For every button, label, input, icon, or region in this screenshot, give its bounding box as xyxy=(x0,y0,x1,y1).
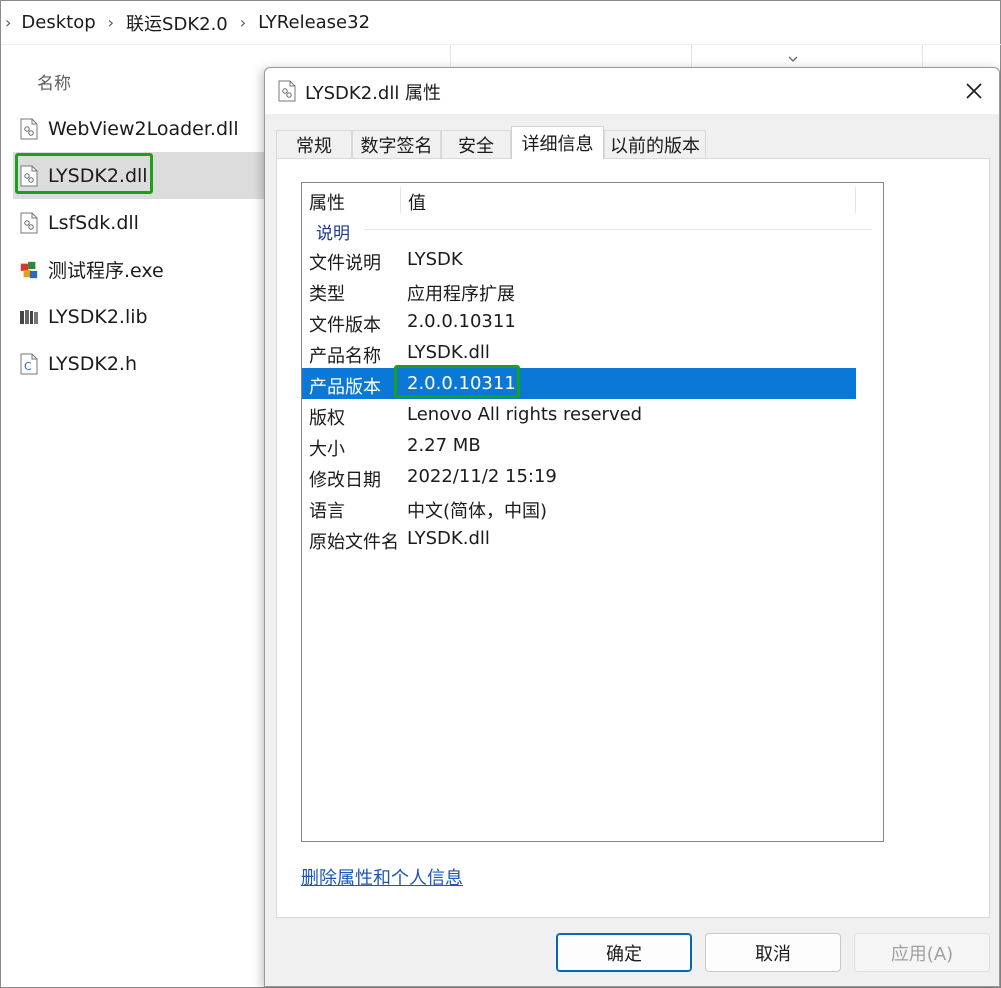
lib-file-icon xyxy=(19,306,39,328)
property-row[interactable]: 文件说明 LYSDK xyxy=(302,244,856,275)
annotation-highlight-box xyxy=(15,153,153,194)
chevron-right-icon[interactable]: › xyxy=(5,13,11,32)
breadcrumb-item-sdk-folder[interactable]: 联运SDK2.0 xyxy=(122,8,232,38)
property-key: 原始文件名 xyxy=(309,532,399,553)
group-divider xyxy=(364,229,872,230)
exe-app-icon xyxy=(19,259,39,281)
dll-file-icon xyxy=(19,118,39,140)
property-value: 2.0.0.10311 xyxy=(407,311,516,332)
file-item[interactable]: C LYSDK2.h xyxy=(13,340,265,387)
property-key: 语言 xyxy=(309,501,345,522)
dialog-title: LYSDK2.dll 属性 xyxy=(305,83,442,104)
property-value: 2022/11/2 15:19 xyxy=(407,466,557,487)
list-header: 属性 值 xyxy=(302,183,883,215)
property-rows: 文件说明 LYSDK 类型 应用程序扩展 文件版本 2.0.0.10311 产品名称 L… xyxy=(302,244,856,554)
property-value: Lenovo All rights reserved xyxy=(407,404,643,425)
column-divider[interactable] xyxy=(691,45,692,67)
property-row[interactable]: 语言 中文(简体，中国) xyxy=(302,492,856,523)
dll-file-icon xyxy=(278,80,298,102)
sort-chevron-down-icon[interactable] xyxy=(787,53,799,65)
column-divider[interactable] xyxy=(922,45,923,67)
svg-text:C: C xyxy=(24,360,32,373)
group-label: 说明 xyxy=(316,224,350,244)
file-item-selected[interactable]: LYSDK2.dll xyxy=(13,152,265,199)
cancel-button[interactable]: 取消 xyxy=(705,933,841,972)
property-key: 文件说明 xyxy=(309,253,381,274)
property-value: 应用程序扩展 xyxy=(407,284,515,305)
column-divider[interactable] xyxy=(450,45,451,67)
file-item[interactable]: 测试程序.exe xyxy=(13,246,265,293)
property-value: 中文(简体，中国) xyxy=(407,501,548,522)
file-name: LsfSdk.dll xyxy=(48,211,139,234)
file-name: LYSDK2.h xyxy=(48,352,137,375)
ok-button[interactable]: 确定 xyxy=(556,933,692,972)
property-value: LYSDK.dll xyxy=(407,342,490,363)
column-divider[interactable] xyxy=(400,187,401,213)
remove-properties-link[interactable]: 删除属性和个人信息 xyxy=(301,864,463,890)
c-header-file-icon: C xyxy=(19,353,39,375)
tab-digital-signatures[interactable]: 数字签名 xyxy=(352,130,441,158)
file-name: LYSDK2.lib xyxy=(48,305,148,328)
property-key: 类型 xyxy=(309,284,345,305)
dialog-titlebar[interactable]: LYSDK2.dll 属性 xyxy=(265,68,999,114)
details-list[interactable]: 属性 值 说明 文件说明 LYSDK 类型 应用程序扩展 文件版本 2.0.0.103… xyxy=(301,182,884,842)
apply-button[interactable]: 应用(A) xyxy=(854,933,990,972)
breadcrumb-item-desktop[interactable]: Desktop xyxy=(17,10,99,35)
property-key: 产品版本 xyxy=(309,377,381,398)
property-value: 2.27 MB xyxy=(407,435,481,456)
breadcrumb-item-release-folder[interactable]: LYRelease32 xyxy=(254,10,374,35)
tab-general[interactable]: 常规 xyxy=(276,130,352,158)
column-header-value[interactable]: 值 xyxy=(408,189,426,215)
property-row[interactable]: 原始文件名 LYSDK.dll xyxy=(302,523,856,554)
property-row[interactable]: 类型 应用程序扩展 xyxy=(302,275,856,306)
file-list: WebView2Loader.dll LYSDK2.dll LsfSdk.dll… xyxy=(13,105,265,387)
chevron-right-icon[interactable]: › xyxy=(240,13,246,32)
tab-previous-versions[interactable]: 以前的版本 xyxy=(604,130,706,158)
file-name: WebView2Loader.dll xyxy=(48,117,239,140)
chevron-right-icon[interactable]: › xyxy=(108,13,114,32)
annotation-highlight-box xyxy=(394,365,520,398)
file-item[interactable]: WebView2Loader.dll xyxy=(13,105,265,152)
property-key: 版权 xyxy=(309,408,345,429)
column-divider[interactable] xyxy=(855,187,856,213)
close-button[interactable] xyxy=(961,78,987,104)
property-row-selected[interactable]: 产品版本 2.0.0.10311 xyxy=(302,365,856,399)
file-item[interactable]: LsfSdk.dll xyxy=(13,199,265,246)
properties-dialog: LYSDK2.dll 属性 常规 数字签名 安全 详细信息 以前的版本 属性 值… xyxy=(264,67,1000,987)
property-key: 文件版本 xyxy=(309,315,381,336)
breadcrumb: › Desktop › 联运SDK2.0 › LYRelease32 xyxy=(1,1,1001,45)
tab-security[interactable]: 安全 xyxy=(441,130,511,158)
file-name: 测试程序.exe xyxy=(48,260,164,282)
property-value: LYSDK xyxy=(407,249,463,270)
property-row[interactable]: 文件版本 2.0.0.10311 xyxy=(302,306,856,337)
property-row[interactable]: 修改日期 2022/11/2 15:19 xyxy=(302,461,856,492)
property-value: LYSDK.dll xyxy=(407,528,490,549)
column-header-property[interactable]: 属性 xyxy=(309,189,345,215)
property-row[interactable]: 大小 2.27 MB xyxy=(302,430,856,461)
property-key: 产品名称 xyxy=(309,346,381,367)
column-header-name[interactable]: 名称 xyxy=(37,69,71,94)
property-key: 修改日期 xyxy=(309,470,381,491)
property-key: 大小 xyxy=(309,439,345,460)
property-row[interactable]: 产品名称 LYSDK.dll xyxy=(302,337,856,368)
tab-details[interactable]: 详细信息 xyxy=(511,126,604,159)
file-item[interactable]: LYSDK2.lib xyxy=(13,293,265,340)
property-row[interactable]: 版权 Lenovo All rights reserved xyxy=(302,399,856,430)
close-icon xyxy=(966,83,982,99)
dll-file-icon xyxy=(19,212,39,234)
